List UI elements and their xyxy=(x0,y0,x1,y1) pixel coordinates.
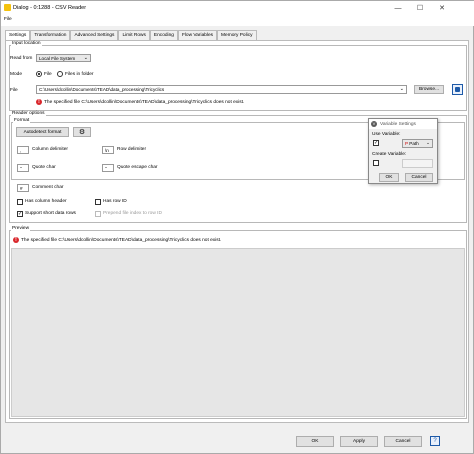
quote-escape-char-input[interactable]: " xyxy=(102,164,114,172)
popup-cancel-button[interactable]: Cancel xyxy=(405,173,433,182)
popup-title: Variable Settings xyxy=(380,122,416,127)
error-icon: ! xyxy=(36,99,42,105)
tab-transformation[interactable]: Transformation xyxy=(30,30,71,40)
mode-label: Mode xyxy=(10,72,22,77)
has-column-header-label: Has column header xyxy=(25,199,67,204)
column-delimiter-input[interactable]: , xyxy=(17,146,29,154)
quote-escape-char-label: Quote escape char xyxy=(117,165,158,170)
quote-char-label: Quote char xyxy=(32,165,56,170)
input-error-message: The specified file C:\Users\dcollin\Docu… xyxy=(44,100,245,105)
variable-select-value: Path xyxy=(409,141,419,146)
support-short-rows-checkbox[interactable]: ✓ xyxy=(17,211,23,217)
help-button[interactable]: ? xyxy=(430,436,440,446)
quote-char-input[interactable]: " xyxy=(17,164,29,172)
format-settings-button[interactable]: ⚙ xyxy=(73,127,91,137)
file-label: File xyxy=(10,88,18,93)
chevron-down-icon: ⌄ xyxy=(399,86,404,92)
tab-memory-policy[interactable]: Memory Policy xyxy=(217,30,257,40)
prepend-file-index-checkbox[interactable] xyxy=(95,211,101,217)
dialog-window: Dialog - 0:1288 - CSV Reader — ☐ ✕ File … xyxy=(0,0,474,454)
preview-table-area xyxy=(11,248,465,417)
mode-file-label: File xyxy=(44,72,52,77)
window-title: Dialog - 0:1288 - CSV Reader xyxy=(13,5,87,11)
knime-app-icon xyxy=(4,4,11,11)
title-bar: Dialog - 0:1288 - CSV Reader — ☐ ✕ xyxy=(1,1,474,15)
create-variable-input[interactable] xyxy=(402,159,433,168)
use-variable-label: Use Variable: xyxy=(372,132,401,137)
popup-ok-button[interactable]: OK xyxy=(379,173,399,182)
read-from-label: Read from xyxy=(10,56,33,61)
row-delimiter-input[interactable]: \n xyxy=(102,146,114,154)
has-row-id-label: Has row ID xyxy=(103,199,127,204)
close-icon[interactable]: ✕ xyxy=(431,1,453,15)
support-short-rows-label: Support short data rows xyxy=(25,211,76,216)
has-row-id-checkbox[interactable] xyxy=(95,199,101,205)
comment-char-label: Comment char xyxy=(32,185,64,190)
error-icon: ! xyxy=(13,237,19,243)
reader-options-title: Reader options xyxy=(11,111,46,116)
browse-button[interactable]: Browse... xyxy=(414,85,444,94)
file-path-input[interactable]: C:\Users\dcollin\Documents\TEAD\data_pro… xyxy=(36,85,407,94)
mode-file-radio[interactable] xyxy=(36,71,42,77)
tab-flow-variables[interactable]: Flow Variables xyxy=(177,30,218,40)
has-column-header-checkbox[interactable] xyxy=(17,199,23,205)
ok-button[interactable]: OK xyxy=(296,436,334,447)
menu-bar: File xyxy=(1,15,474,26)
autodetect-format-button[interactable]: Autodetect format xyxy=(16,127,69,137)
preview-error-message: The specified file C:\Users\dcollin\Docu… xyxy=(21,238,222,243)
tab-encoding[interactable]: Encoding xyxy=(149,30,178,40)
tab-advanced-settings[interactable]: Advanced Settings xyxy=(70,30,119,40)
flow-variable-button[interactable] xyxy=(452,84,463,95)
maximize-icon[interactable]: ☐ xyxy=(409,1,431,15)
preview-title: Preview xyxy=(11,226,31,231)
chevron-down-icon: ⌄ xyxy=(83,55,88,61)
format-title: Format xyxy=(13,118,31,123)
prepend-file-index-label: Prepend file index to row ID xyxy=(103,211,162,216)
path-variable-icon: P xyxy=(405,141,408,146)
mode-files-in-folder-radio[interactable] xyxy=(57,71,63,77)
read-from-select[interactable]: Local File System ⌄ xyxy=(36,54,91,62)
row-delimiter-label: Row delimiter xyxy=(117,147,147,152)
mode-files-in-folder-label: Files in folder xyxy=(65,72,94,77)
variable-icon: V xyxy=(371,121,377,127)
gear-icon: ⚙ xyxy=(78,129,86,136)
variable-select[interactable]: P Path ⌄ xyxy=(402,139,433,148)
variable-settings-popup: V Variable Settings Use Variable: ✓ P Pa… xyxy=(368,118,438,184)
tab-settings[interactable]: Settings xyxy=(5,30,31,40)
cancel-button[interactable]: Cancel xyxy=(384,436,422,447)
chevron-down-icon: ⌄ xyxy=(426,140,430,145)
variable-icon xyxy=(455,87,460,92)
create-variable-checkbox[interactable] xyxy=(373,160,379,166)
create-variable-label: Create Variable: xyxy=(372,152,407,157)
read-from-value: Local File System xyxy=(39,56,76,61)
use-variable-checkbox[interactable]: ✓ xyxy=(373,140,379,146)
menu-file[interactable]: File xyxy=(4,17,12,22)
comment-char-input[interactable]: # xyxy=(17,184,29,192)
tab-limit-rows[interactable]: Limit Rows xyxy=(118,30,150,40)
tab-strip: Settings Transformation Advanced Setting… xyxy=(5,30,257,40)
column-delimiter-label: Column delimiter xyxy=(32,147,68,152)
input-location-title: Input location xyxy=(11,41,42,46)
file-path-value: C:\Users\dcollin\Documents\TEAD\data_pro… xyxy=(39,87,165,92)
minimize-icon[interactable]: — xyxy=(387,1,409,15)
apply-button[interactable]: Apply xyxy=(340,436,378,447)
